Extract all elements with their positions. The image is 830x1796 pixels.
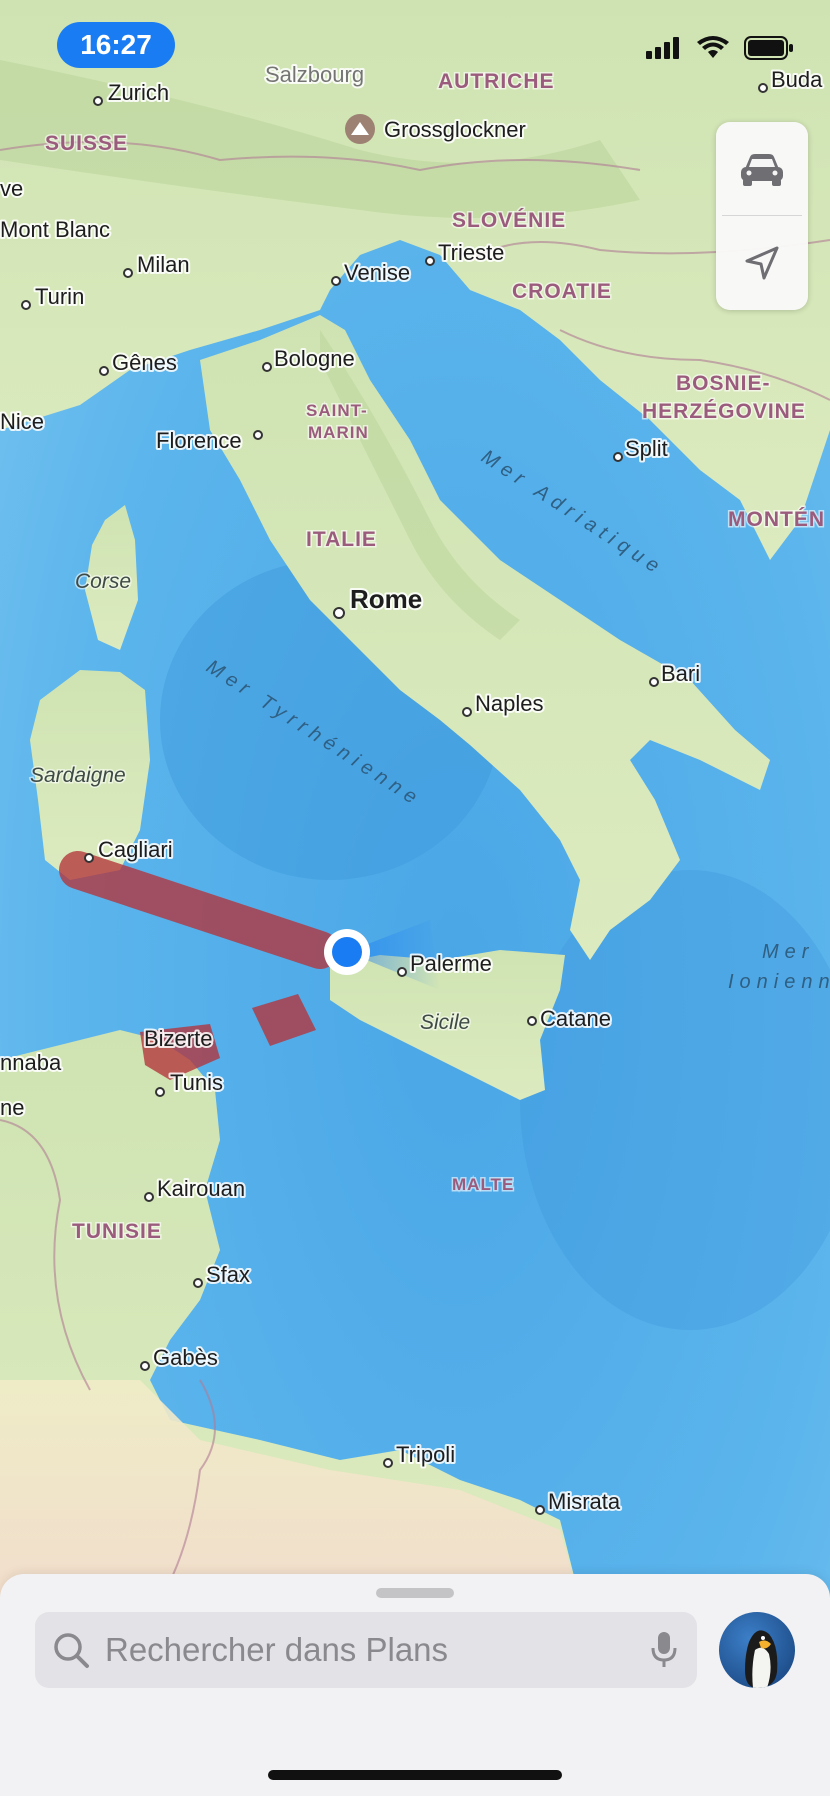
country-label: SAINT- [306,401,368,420]
search-input[interactable] [103,1630,649,1670]
city-label: nnaba [0,1050,62,1075]
map-view[interactable]: SUISSE AUTRICHE SLOVÉNIE CROATIE BOSNIE-… [0,0,830,1796]
penguin-avatar-icon [745,1630,778,1688]
city-label: Florence [156,428,242,453]
country-label: ITALIE [306,528,377,551]
battery-icon [744,36,793,60]
locate-me-button[interactable] [716,216,808,309]
city-label: Milan [137,252,190,277]
city-label: Bari [661,661,700,686]
status-icons [646,36,794,60]
city-label: Mont Blanc [0,217,110,242]
city-label: Nice [0,409,44,434]
island-label: Corse [75,570,131,593]
wifi-icon [697,36,729,58]
map-controls [716,122,808,310]
city-label: Gabès [153,1345,218,1370]
home-indicator [268,1770,562,1780]
country-label: MONTÉN [728,508,825,531]
status-time: 16:27 [57,22,175,68]
city-label: Palerme [410,951,492,976]
city-label: ne [0,1095,24,1120]
profile-avatar[interactable] [719,1612,795,1688]
city-label: Bizerte [144,1026,212,1051]
city-label: Grossglockner [384,117,526,142]
country-label: MARIN [308,423,369,442]
island-label: Sicile [420,1011,470,1034]
signal-icon [646,37,679,59]
city-label: Catane [540,1006,611,1031]
country-label: SUISSE [45,132,128,155]
city-label: Rome [350,584,422,614]
city-label: Tripoli [396,1442,455,1467]
city-label: Naples [475,691,543,716]
microphone-icon[interactable] [649,1630,679,1670]
country-label: MALTE [452,1175,514,1194]
city-label: Trieste [438,240,504,265]
country-label: CROATIE [512,280,612,303]
city-label: Split [625,436,668,461]
city-label: Zurich [108,80,169,105]
current-location-dot[interactable] [332,937,362,967]
country-label: HERZÉGOVINE [642,400,806,423]
country-label: BOSNIE- [676,372,771,395]
sheet-grabber[interactable] [376,1588,454,1598]
sea-label: Ionienn [728,971,830,993]
location-arrow-icon [745,246,779,279]
city-label: Buda [771,67,823,92]
search-bar[interactable] [35,1612,697,1688]
city-label: ve [0,176,23,201]
bottom-sheet[interactable] [0,1574,830,1796]
city-label: Tunis [170,1070,223,1095]
search-icon [54,1633,89,1668]
city-label: Kairouan [157,1176,245,1201]
transport-mode-button[interactable] [716,122,808,215]
country-label: TUNISIE [72,1220,162,1243]
city-label: Gênes [112,350,177,375]
island-label: Sardaigne [30,764,126,787]
country-label: AUTRICHE [438,70,555,93]
city-label: Misrata [548,1489,621,1514]
city-label: Venise [344,260,410,285]
country-label: SLOVÉNIE [452,209,566,232]
sea-label: Mer [762,941,814,963]
city-label: Turin [35,284,84,309]
city-label: Salzbourg [265,62,364,87]
city-label: Sfax [206,1262,250,1287]
city-label: Bologne [274,346,355,371]
car-icon [741,153,783,186]
city-label: Cagliari [98,837,173,862]
